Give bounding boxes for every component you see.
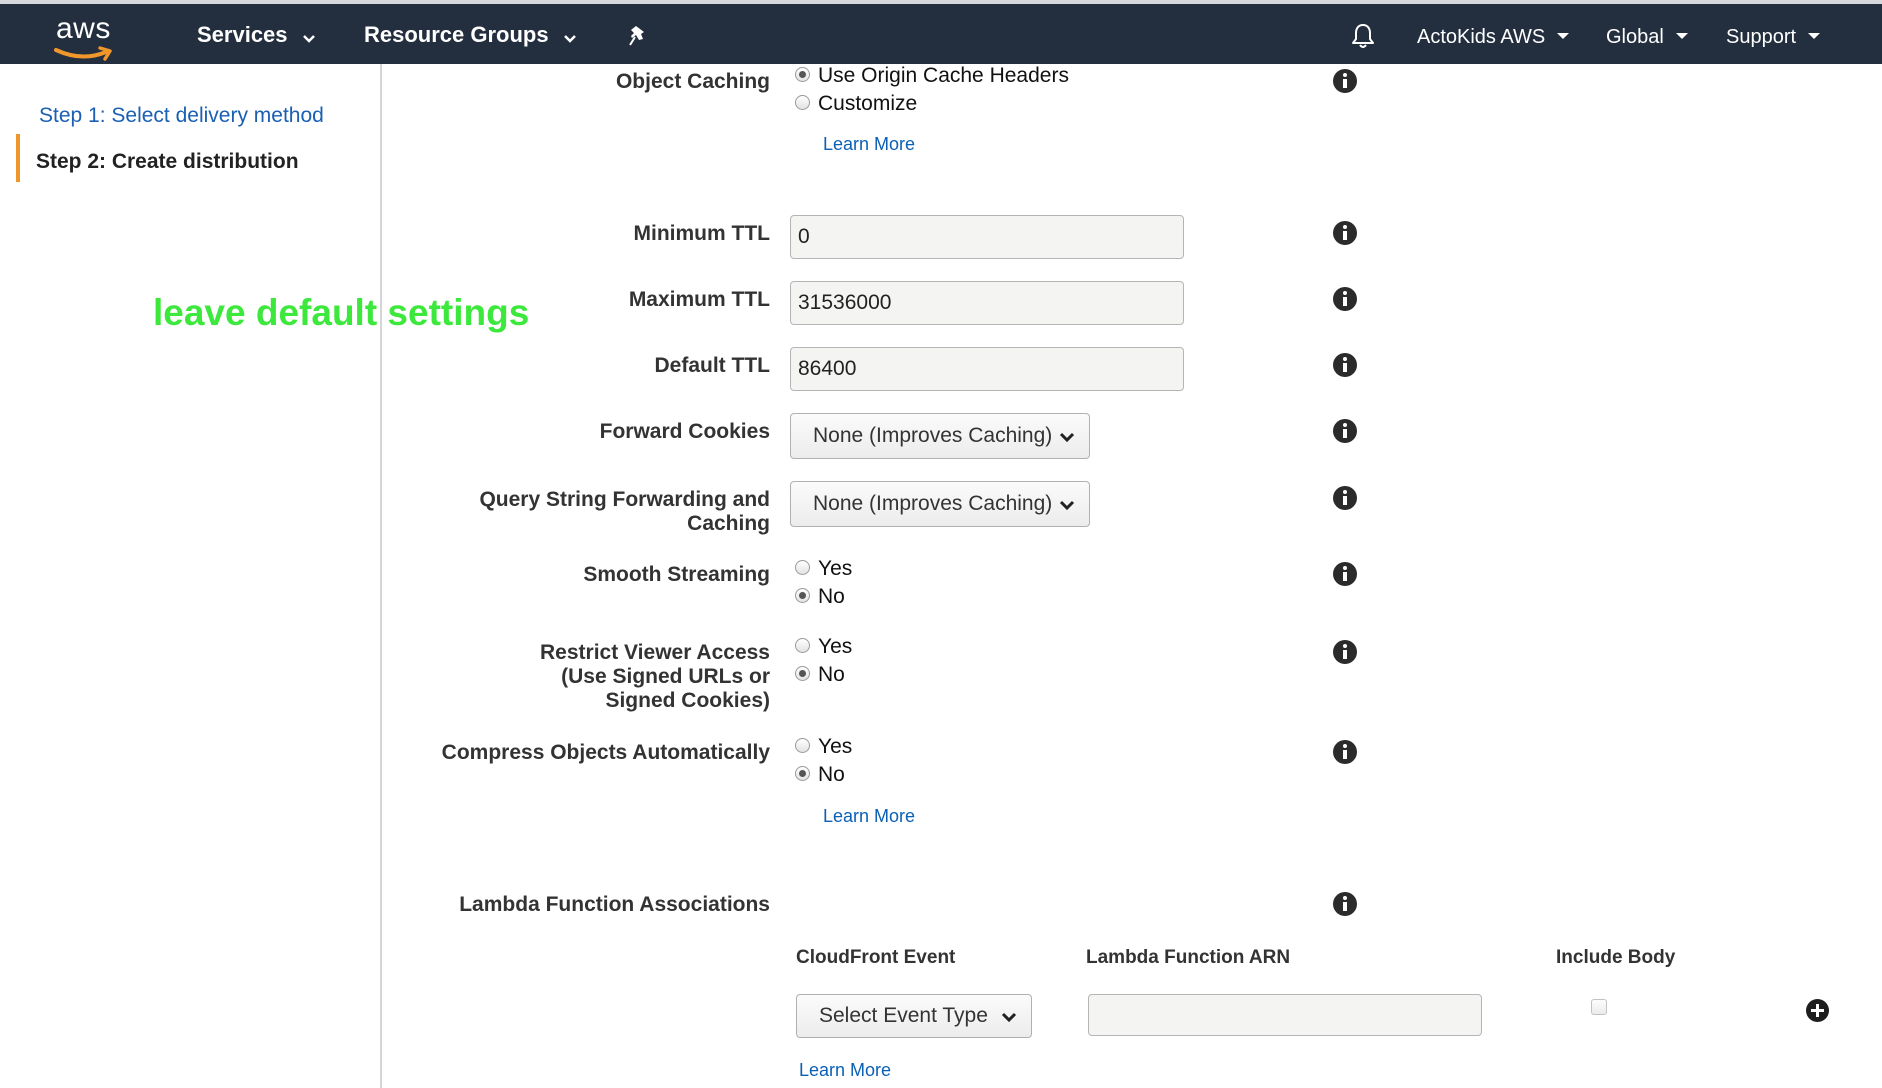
radio-selected-icon — [795, 587, 810, 603]
account-menu[interactable]: ActoKids AWS — [1417, 26, 1570, 49]
aws-logo[interactable]: aws — [50, 12, 120, 61]
label-line: Query String Forwarding and — [479, 488, 770, 511]
restrict-viewer-yes-radio[interactable]: Yes — [795, 635, 852, 659]
radio-unselected-icon — [795, 94, 810, 110]
compress-objects-yes-radio[interactable]: Yes — [795, 735, 852, 759]
services-label: Services — [197, 22, 288, 47]
object-caching-learn-more-link[interactable]: Learn More — [823, 134, 915, 155]
compress-objects-learn-more-link[interactable]: Learn More — [823, 806, 915, 827]
label-line: (Use Signed URLs or — [561, 665, 770, 688]
radio-label: No — [818, 585, 845, 608]
forward-cookies-select[interactable]: None (Improves Caching) — [790, 413, 1090, 459]
chevron-down-icon — [302, 23, 316, 49]
label-line: Caching — [687, 512, 770, 535]
object-caching-label: Object Caching — [615, 70, 770, 93]
lambda-arn-input[interactable] — [1088, 994, 1482, 1036]
compress-objects-info-icon[interactable] — [1333, 740, 1357, 764]
default-ttl-input[interactable] — [790, 347, 1184, 391]
radio-label: Customize — [818, 92, 918, 115]
chevron-down-icon — [1001, 1012, 1017, 1023]
radio-selected-icon — [795, 665, 810, 681]
select-value: Select Event Type — [819, 1004, 988, 1027]
step-2-current: Step 2: Create distribution — [36, 150, 299, 173]
services-menu[interactable]: Services — [197, 22, 316, 49]
maximum-ttl-info-icon[interactable] — [1333, 287, 1357, 311]
caret-down-icon — [1808, 32, 1821, 39]
radio-selected-icon — [795, 66, 810, 82]
radio-unselected-icon — [795, 737, 810, 753]
support-label: Support — [1726, 26, 1797, 48]
query-string-info-icon[interactable] — [1333, 486, 1357, 510]
chevron-down-icon — [1059, 432, 1075, 443]
chevron-down-icon — [1059, 500, 1075, 511]
select-value: None (Improves Caching) — [813, 492, 1053, 515]
default-ttl-label: Default TTL — [654, 354, 771, 377]
smooth-streaming-no-radio[interactable]: No — [795, 585, 845, 609]
current-step-indicator — [16, 134, 20, 182]
lambda-arn-column-header: Lambda Function ARN — [1086, 947, 1291, 968]
maximum-ttl-input[interactable] — [790, 281, 1184, 325]
radio-label: No — [818, 763, 845, 786]
smooth-streaming-label: Smooth Streaming — [583, 563, 770, 586]
object-caching-info-icon[interactable] — [1333, 69, 1357, 93]
query-string-label: Query String Forwarding and Caching — [479, 488, 770, 536]
radio-label: No — [818, 663, 845, 686]
pin-icon[interactable] — [628, 24, 650, 53]
region-label: Global — [1606, 26, 1664, 48]
radio-label: Yes — [818, 557, 853, 580]
radio-label: Use Origin Cache Headers — [818, 64, 1069, 87]
minimum-ttl-label: Minimum TTL — [633, 222, 770, 245]
region-menu[interactable]: Global — [1606, 26, 1688, 49]
account-label: ActoKids AWS — [1417, 26, 1546, 48]
radio-label: Yes — [818, 735, 853, 758]
label-line: Signed Cookies) — [605, 689, 770, 712]
aws-smile-icon — [54, 46, 112, 61]
restrict-viewer-no-radio[interactable]: No — [795, 663, 845, 687]
radio-unselected-icon — [795, 559, 810, 575]
lambda-learn-more-link[interactable]: Learn More — [799, 1060, 891, 1081]
minimum-ttl-input[interactable] — [790, 215, 1184, 259]
maximum-ttl-label: Maximum TTL — [628, 288, 770, 311]
smooth-streaming-yes-radio[interactable]: Yes — [795, 557, 852, 581]
support-menu[interactable]: Support — [1726, 26, 1821, 49]
wizard-sidebar: Step 1: Select delivery method Step 2: C… — [0, 64, 382, 1088]
smooth-streaming-info-icon[interactable] — [1333, 562, 1357, 586]
restrict-viewer-label: Restrict Viewer Access (Use Signed URLs … — [540, 641, 770, 713]
caret-down-icon — [1557, 32, 1570, 39]
add-association-plus-icon[interactable] — [1806, 999, 1829, 1022]
resource-groups-menu[interactable]: Resource Groups — [364, 22, 577, 49]
radio-unselected-icon — [795, 637, 810, 653]
lambda-associations-label: Lambda Function Associations — [459, 893, 770, 916]
minimum-ttl-info-icon[interactable] — [1333, 221, 1357, 245]
include-body-column-header: Include Body — [1556, 947, 1676, 968]
forward-cookies-info-icon[interactable] — [1333, 419, 1357, 443]
query-string-select[interactable]: None (Improves Caching) — [790, 481, 1090, 527]
lambda-associations-info-icon[interactable] — [1333, 892, 1357, 916]
radio-label: Yes — [818, 635, 853, 658]
cloudfront-event-column-header: CloudFront Event — [796, 947, 956, 968]
top-navigation-bar: aws Services Resource Groups ActoKids AW… — [0, 0, 1882, 64]
compress-objects-no-radio[interactable]: No — [795, 763, 845, 787]
select-value: None (Improves Caching) — [813, 424, 1053, 447]
caret-down-icon — [1675, 32, 1688, 39]
label-line: Restrict Viewer Access — [540, 641, 770, 664]
restrict-viewer-info-icon[interactable] — [1333, 640, 1357, 664]
radio-selected-icon — [795, 765, 810, 781]
step-1-link[interactable]: Step 1: Select delivery method — [39, 104, 324, 128]
chevron-down-icon — [563, 23, 577, 49]
include-body-checkbox[interactable] — [1591, 999, 1607, 1015]
object-caching-customize-radio[interactable]: Customize — [795, 92, 917, 116]
object-caching-origin-headers-radio[interactable]: Use Origin Cache Headers — [795, 64, 1069, 88]
notifications-bell-icon[interactable] — [1350, 22, 1376, 55]
compress-objects-label: Compress Objects Automatically — [441, 741, 770, 764]
annotation-note: leave default settings — [153, 292, 530, 333]
default-ttl-info-icon[interactable] — [1333, 353, 1357, 377]
cloudfront-event-select[interactable]: Select Event Type — [796, 994, 1032, 1038]
aws-logo-text: aws — [56, 12, 111, 45]
forward-cookies-label: Forward Cookies — [599, 420, 770, 443]
resource-groups-label: Resource Groups — [364, 22, 549, 47]
